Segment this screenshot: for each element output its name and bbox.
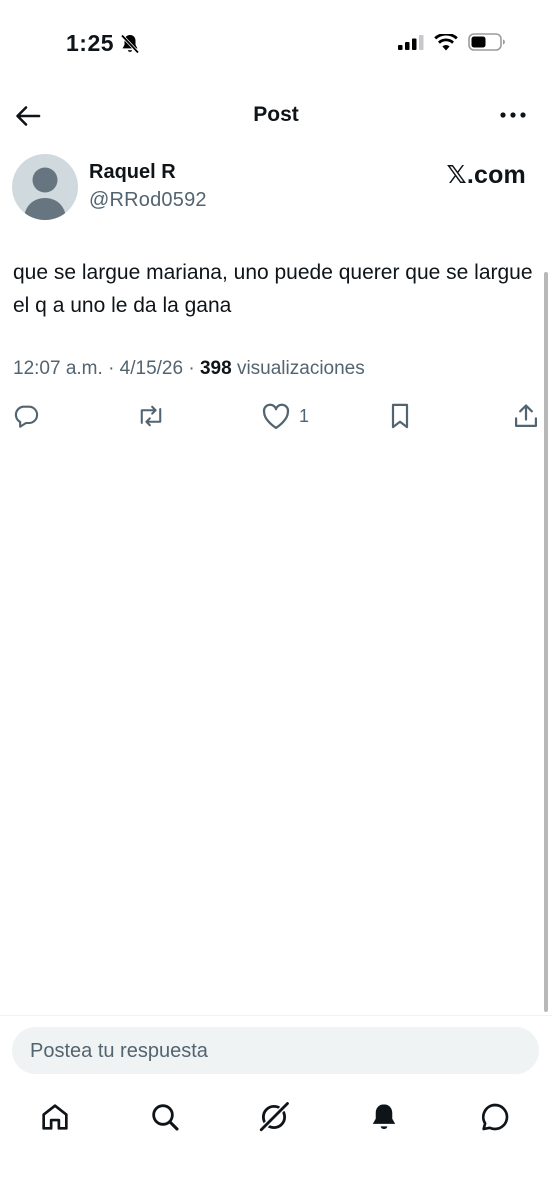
share-button[interactable]	[512, 402, 540, 430]
avatar[interactable]	[12, 154, 78, 220]
views-label: visualizaciones	[236, 358, 365, 379]
post-actions: 1	[0, 400, 552, 436]
nav-notifications[interactable]	[367, 1100, 401, 1134]
more-horizontal-icon	[500, 112, 526, 118]
bell-slash-icon	[120, 33, 140, 54]
status-indicators	[398, 33, 506, 51]
comment-icon	[14, 405, 39, 428]
status-time: 1:25	[66, 30, 115, 56]
meta-separator: ·	[108, 358, 120, 379]
wifi-icon	[434, 33, 458, 50]
status-time-group: 1:25	[66, 30, 142, 57]
repost-icon	[140, 405, 162, 427]
nav-search[interactable]	[148, 1100, 182, 1134]
like-count: 1	[299, 405, 310, 426]
bottom-nav	[0, 1092, 552, 1152]
default-avatar-icon	[24, 167, 66, 220]
home-icon	[42, 1104, 68, 1130]
reply-button[interactable]	[12, 402, 40, 430]
post-header: Post	[0, 92, 552, 138]
views-count: 398	[199, 358, 232, 379]
repost-button[interactable]	[136, 402, 166, 430]
more-options-button[interactable]	[498, 104, 528, 126]
nav-messages[interactable]	[478, 1100, 512, 1134]
share-icon	[514, 404, 538, 428]
heart-icon	[262, 403, 290, 429]
post-date[interactable]: 4/15/26	[120, 358, 183, 379]
author-handle[interactable]: @RRod0592	[89, 189, 207, 212]
composer-divider	[0, 1015, 552, 1016]
reply-placeholder: Postea tu respuesta	[30, 1040, 208, 1062]
notifications-icon	[372, 1104, 396, 1129]
page-title: Post	[253, 103, 299, 126]
grok-icon	[259, 1101, 290, 1132]
like-button[interactable]: 1	[261, 402, 309, 430]
bookmark-icon	[391, 403, 409, 429]
messages-icon	[482, 1103, 509, 1131]
search-icon	[152, 1104, 179, 1131]
nav-grok[interactable]	[257, 1100, 291, 1134]
status-bar: 1:25	[0, 0, 552, 90]
post-text: que se largue mariana, uno puede querer …	[13, 261, 533, 317]
post-time[interactable]: 12:07 a.m.	[13, 358, 103, 379]
scrollbar[interactable]	[544, 272, 548, 1012]
author-display-name[interactable]: Raquel R	[89, 161, 176, 184]
signal-icon	[398, 35, 424, 50]
post-meta: 12:07 a.m. · 4/15/26 · 398 visualizacion…	[13, 358, 365, 380]
reply-input[interactable]: Postea tu respuesta	[12, 1027, 539, 1074]
meta-separator: ·	[188, 358, 200, 379]
post-author: Raquel R @RRod0592 𝕏.com	[0, 150, 552, 230]
nav-home[interactable]	[38, 1100, 72, 1134]
battery-icon	[468, 33, 505, 51]
x-brand-logo: 𝕏.com	[446, 161, 526, 189]
bookmark-button[interactable]	[387, 402, 413, 430]
